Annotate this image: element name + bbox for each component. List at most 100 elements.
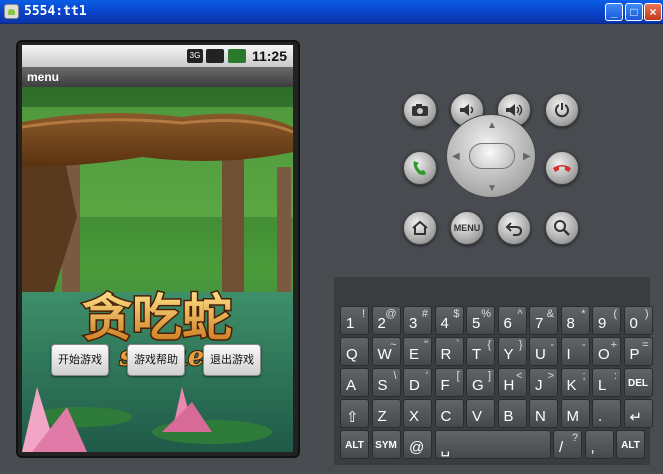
key-label: Y [503,346,514,363]
key-symbol[interactable]: , [584,430,614,459]
back-icon[interactable] [497,211,531,245]
key-label: 9 [598,315,607,332]
key-del[interactable]: DEL [623,368,653,397]
key-v[interactable]: V [466,399,495,428]
key-c[interactable]: C [434,399,464,428]
key-0[interactable]: 0) [623,306,653,335]
game-background: 贪吃蛇 snake [22,87,293,452]
phone-screen[interactable]: 3G 11:25 menu 贪吃蛇 开始游戏 游戏帮助 退出游戏 [22,45,293,452]
key-label: 3 [409,315,418,332]
key-1[interactable]: 1! [340,306,369,335]
key-label: ⇧ [346,409,359,426]
call-icon[interactable] [403,151,437,185]
key-label: DEL [628,378,648,389]
key-alt-label: : [613,370,617,382]
key-alt-label: ` [455,339,460,351]
camera-icon[interactable] [403,93,437,127]
close-button[interactable]: × [644,3,662,21]
key-9[interactable]: 9( [592,306,621,335]
key-alt-label: > [547,370,554,382]
search-icon[interactable] [545,211,579,245]
key-label: / [559,439,564,456]
key-g[interactable]: G] [466,368,495,397]
key-e[interactable]: E " [403,337,432,366]
dpad[interactable]: ▲ ▼ ◀ ▶ [446,114,536,198]
key-t[interactable]: T{ [466,337,495,366]
key-6[interactable]: 6 ^ [497,306,527,335]
key-label: B [503,408,514,425]
minimize-button[interactable]: _ [605,3,623,21]
signal-icon [206,49,224,63]
key-o[interactable]: O + [592,337,621,366]
key-symbol[interactable]: /? [553,430,582,459]
key-label: 0 [629,315,638,332]
maximize-button[interactable]: □ [625,3,643,21]
key-n[interactable]: N [529,399,558,428]
key-alt-label: ] [487,370,491,382]
key-label: M [566,408,580,425]
3g-icon: 3G [187,49,203,63]
key-r[interactable]: R ` [434,337,464,366]
key-p[interactable]: P = [623,337,653,366]
key-j[interactable]: J > [529,368,558,397]
key-2[interactable]: 2 @ [371,306,401,335]
start-game-button[interactable]: 开始游戏 [51,344,109,376]
key-label: A [346,377,357,394]
key-y[interactable]: Y} [497,337,527,366]
key-alt-label: & [546,308,554,320]
key-label: D [409,377,420,394]
key-alt-label: = [642,339,649,351]
key-sym[interactable]: SYM [371,430,401,459]
key-alt-label: ' [425,370,428,382]
key-label: 8 [566,315,575,332]
key-5[interactable]: 5% [466,306,495,335]
key-alt[interactable]: ALT [340,430,369,459]
key-symbol[interactable]: ↵ [623,399,653,428]
key-alt-label: " [424,339,428,351]
key-i[interactable]: I- [560,337,590,366]
game-help-button[interactable]: 游戏帮助 [127,344,185,376]
key-label: 1 [346,315,355,332]
key-label: 6 [503,315,512,332]
key-label: Q [346,346,358,363]
key-alt-label: [ [456,370,460,382]
key-7[interactable]: 7 & [529,306,558,335]
key-alt-label: ! [361,308,365,320]
app-menu-bar[interactable]: menu [22,67,293,87]
key-label: Z [377,408,387,425]
exit-game-button[interactable]: 退出游戏 [203,344,261,376]
key-h[interactable]: H < [497,368,527,397]
key-z[interactable]: Z [371,399,401,428]
key-w[interactable]: W ~ [371,337,401,366]
key-3[interactable]: 3 # [403,306,432,335]
key-symbol[interactable]: ⇧ [340,399,369,428]
key-s[interactable]: S \ [371,368,401,397]
key-q[interactable]: Q [340,337,369,366]
key-d[interactable]: D ' [403,368,432,397]
key-label: ␣ [440,440,451,457]
key-u[interactable]: U- [529,337,558,366]
key-4[interactable]: 4 $ [434,306,464,335]
key-label: F [440,377,450,394]
key-symbol[interactable]: @ [403,430,432,459]
key-alt-label: + [610,339,617,351]
menu-button[interactable]: MENU [450,211,484,245]
dpad-center-button[interactable] [469,143,515,169]
key-l[interactable]: L: [592,368,621,397]
key-8[interactable]: 8 * [560,306,590,335]
key-space[interactable]: ␣ [434,430,551,459]
key-m[interactable]: M [560,399,590,428]
key-label: ↵ [629,409,643,426]
key-label: R [440,346,452,363]
key-k[interactable]: K; [560,368,590,397]
key-a[interactable]: A [340,368,369,397]
end-call-icon[interactable] [545,151,579,185]
key-f[interactable]: F[ [434,368,464,397]
home-icon[interactable] [403,211,437,245]
key-label: 7 [535,315,544,332]
key-x[interactable]: X [403,399,432,428]
key-symbol[interactable]: . [592,399,621,428]
key-b[interactable]: B [497,399,527,428]
power-icon[interactable] [545,93,579,127]
key-alt[interactable]: ALT [616,430,645,459]
